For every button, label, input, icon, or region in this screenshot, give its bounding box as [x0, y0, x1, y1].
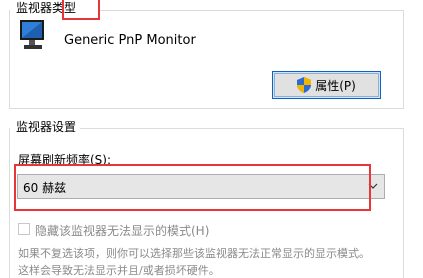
monitor-type-group-border — [9, 10, 10, 108]
properties-button-label: 属性(P) — [315, 78, 356, 93]
hide-modes-label: 隐藏该监视器无法显示的模式(H) — [35, 224, 210, 238]
monitor-type-group-border — [403, 10, 404, 108]
hide-modes-checkbox[interactable] — [18, 223, 30, 235]
description-line-1: 如果不复选该项，则你可以选择那些该监视器无法正常显示的显示模式。 — [18, 247, 370, 260]
highlight-box-refresh — [14, 164, 371, 211]
properties-button[interactable]: 属性(P) — [272, 71, 381, 99]
monitor-icon — [20, 20, 44, 49]
description-line-2: 这样会导致无法显示并且/或者损坏硬件。 — [18, 264, 220, 277]
highlight-box-legend — [62, 0, 100, 20]
monitor-settings-group-border — [80, 128, 404, 129]
monitor-type-group-border — [9, 108, 404, 109]
monitor-settings-group-border — [9, 128, 10, 278]
monitor-settings-group-border — [403, 128, 404, 278]
monitor-settings-legend: 监视器设置 — [14, 120, 79, 134]
monitor-type-group-border — [98, 10, 404, 11]
uac-shield-icon — [297, 77, 312, 93]
monitor-name: Generic PnP Monitor — [64, 33, 196, 48]
